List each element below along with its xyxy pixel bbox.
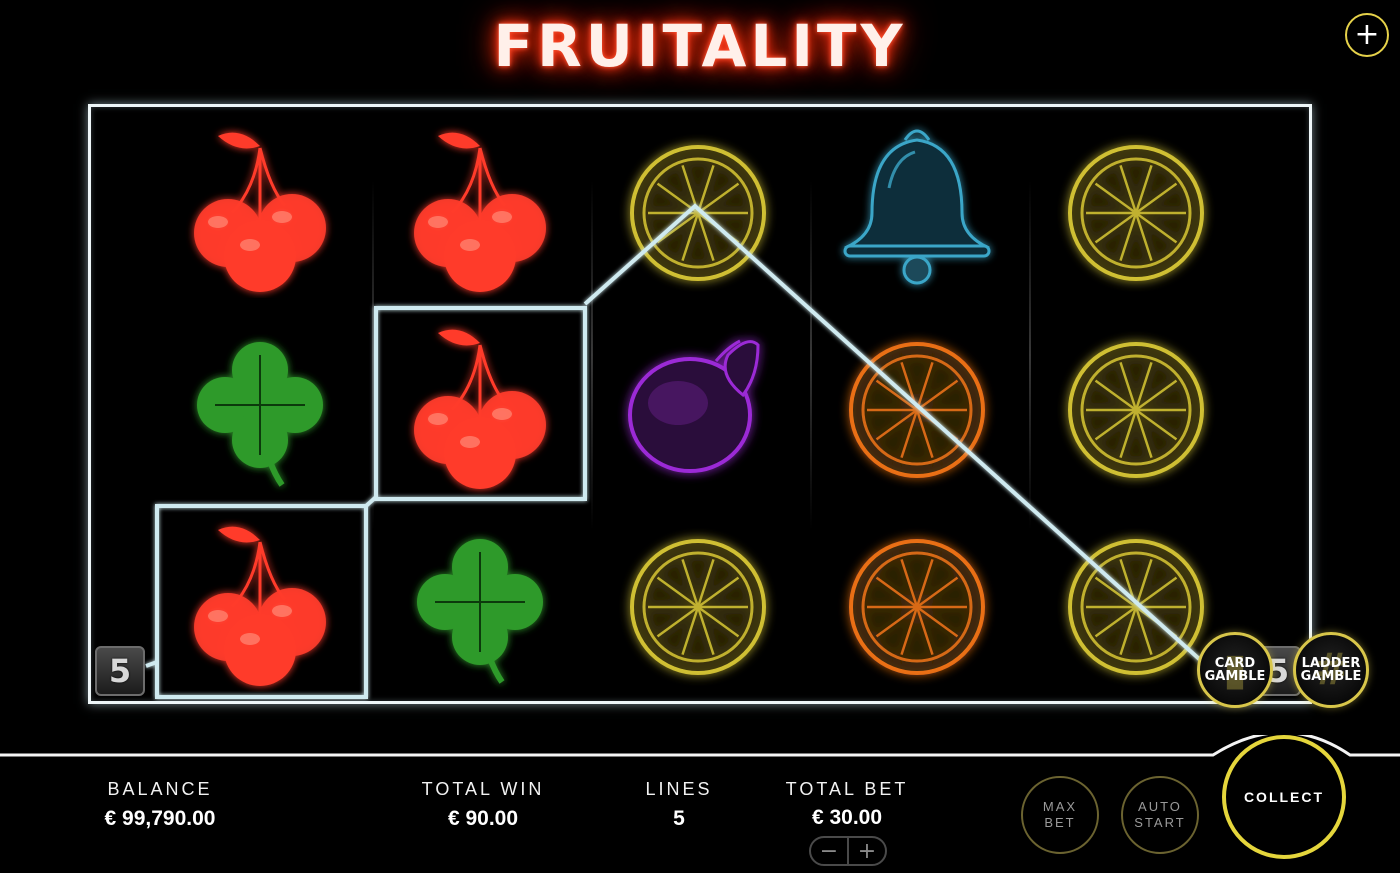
auto-start-label-line2: START [1134,815,1186,830]
auto-start-label-line1: AUTO [1138,799,1182,814]
total-bet-label: TOTAL BET [785,779,909,799]
max-bet-label-line2: BET [1044,815,1076,830]
plum-symbol-icon [598,315,798,495]
total-bet-value: € 30.00 [811,806,883,829]
cherries-symbol-icon [380,118,580,298]
lemon-symbol-icon [598,118,798,298]
orange-symbol-icon [817,315,1017,495]
menu-plus-button[interactable]: + [1345,13,1389,57]
collect-button[interactable]: COLLECT [1222,735,1346,859]
decrease-bet-button[interactable]: − [811,838,847,864]
max-bet-button[interactable]: MAX BET [1021,776,1099,854]
auto-start-button[interactable]: AUTO START [1121,776,1199,854]
reel-divider [591,180,593,530]
card-gamble-button[interactable]: ▮ CARD GAMBLE [1197,632,1273,708]
cherries-symbol-icon [380,315,580,495]
clover-symbol-icon [380,512,580,692]
total-win-value: € 90.00 [447,807,519,830]
ladder-gamble-label-line2: GAMBLE [1300,669,1362,684]
total-win-label: TOTAL WIN [421,779,545,799]
bet-stepper: − + [809,836,887,866]
game-screen: FRUITALITY + 5 5 ▮ CARD GAMBLE # LADDER … [0,0,1400,873]
lemon-symbol-icon [598,512,798,692]
max-bet-label-line1: MAX [1042,799,1078,814]
card-gamble-label-line2: GAMBLE [1204,669,1266,684]
lemon-symbol-icon [1036,118,1236,298]
orange-symbol-icon [817,512,1017,692]
reel-divider [1029,180,1031,530]
balance-value: € 99,790.00 [104,807,216,830]
lines-label: LINES [645,779,713,799]
lines-value: 5 [673,807,685,830]
cherries-symbol-icon [160,512,360,692]
ladder-gamble-button[interactable]: # LADDER GAMBLE [1293,632,1369,708]
reel-divider [810,180,812,530]
reel-divider [372,180,374,530]
lemon-symbol-icon [1036,315,1236,495]
increase-bet-button[interactable]: + [847,838,885,864]
bell-symbol-icon [817,118,1017,298]
clover-symbol-icon [160,315,360,495]
cherries-symbol-icon [160,118,360,298]
win-line-number-badge-left: 5 [95,646,145,696]
balance-label: BALANCE [107,779,213,799]
game-title: FRUITALITY [493,12,907,80]
